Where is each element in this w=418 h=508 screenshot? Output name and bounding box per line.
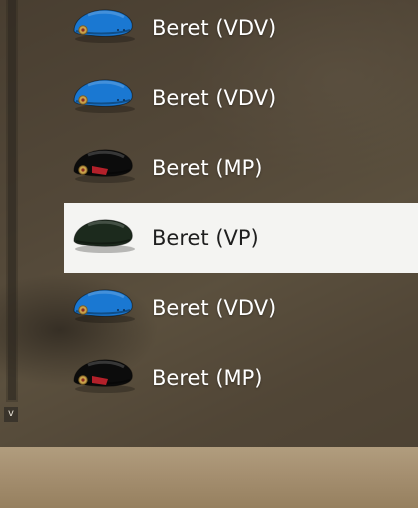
ground-texture: [0, 447, 418, 508]
beret-vp-icon: [68, 211, 142, 257]
item-label: Beret (MP): [152, 366, 263, 390]
beret-mp-icon: [68, 351, 142, 397]
scrollbar-thumb[interactable]: [8, 0, 16, 400]
beret-vdv-icon: [68, 1, 142, 47]
inventory-panel: v Beret (VDV) Beret (VDV) Beret (MP) Beret …: [0, 0, 418, 447]
item-label: Beret (VP): [152, 226, 259, 250]
item-label: Beret (VDV): [152, 16, 277, 40]
list-item[interactable]: Beret (VDV): [64, 63, 418, 133]
item-label: Beret (MP): [152, 156, 263, 180]
item-label: Beret (VDV): [152, 86, 277, 110]
list-item[interactable]: Beret (MP): [64, 343, 418, 413]
list-item[interactable]: Beret (VP): [64, 203, 418, 273]
list-item[interactable]: Beret (VDV): [64, 273, 418, 343]
beret-vdv-icon: [68, 281, 142, 327]
scroll-down-button[interactable]: v: [4, 407, 18, 422]
beret-mp-icon: [68, 141, 142, 187]
beret-vdv-icon: [68, 71, 142, 117]
list-item[interactable]: Beret (MP): [64, 133, 418, 203]
item-label: Beret (VDV): [152, 296, 277, 320]
list-item[interactable]: Beret (VDV): [64, 0, 418, 63]
